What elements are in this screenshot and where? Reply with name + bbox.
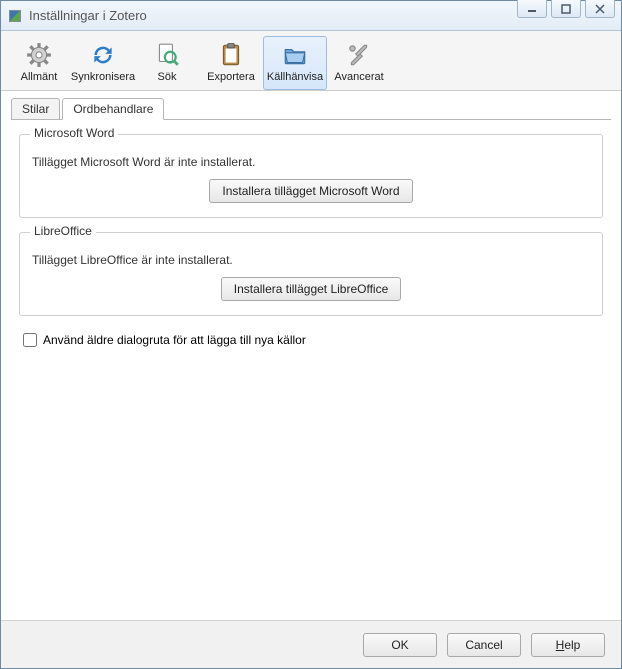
toolbar-label: Synkronisera — [71, 71, 135, 83]
install-word-button[interactable]: Installera tillägget Microsoft Word — [209, 179, 412, 203]
toolbar-item-general[interactable]: Allmänt — [7, 36, 71, 90]
clipboard-icon — [217, 41, 245, 69]
tab-styles[interactable]: Stilar — [11, 98, 60, 120]
tabs: Stilar Ordbehandlare — [1, 91, 621, 119]
maximize-icon — [561, 4, 571, 14]
maximize-button[interactable] — [551, 0, 581, 18]
sync-icon — [89, 41, 117, 69]
search-icon — [153, 41, 181, 69]
footer: OK Cancel Help — [1, 620, 621, 668]
group-legend: LibreOffice — [30, 224, 96, 238]
folder-icon — [281, 41, 309, 69]
toolbar-label: Källhänvisa — [267, 71, 323, 83]
app-icon — [7, 8, 23, 24]
toolbar-label: Allmänt — [21, 71, 58, 83]
libre-status-text: Tillägget LibreOffice är inte installera… — [32, 253, 590, 267]
tab-word-processors[interactable]: Ordbehandlare — [62, 98, 164, 120]
tools-icon — [345, 41, 373, 69]
group-libreoffice: LibreOffice Tillägget LibreOffice är int… — [19, 232, 603, 316]
toolbar-item-search[interactable]: Sök — [135, 36, 199, 90]
toolbar-label: Avancerat — [334, 71, 383, 83]
install-libre-button[interactable]: Installera tillägget LibreOffice — [221, 277, 402, 301]
toolbar-item-sync[interactable]: Synkronisera — [71, 36, 135, 90]
gear-icon — [25, 41, 53, 69]
close-button[interactable] — [585, 0, 615, 18]
window-title: Inställningar i Zotero — [29, 8, 147, 23]
tab-content: Microsoft Word Tillägget Microsoft Word … — [1, 120, 621, 350]
window-controls — [513, 0, 615, 18]
classic-dialog-label: Använd äldre dialogruta för att lägga ti… — [43, 333, 306, 347]
minimize-icon — [527, 5, 537, 13]
help-button[interactable]: Help — [531, 633, 605, 657]
titlebar: Inställningar i Zotero — [1, 1, 621, 31]
toolbar-label: Exportera — [207, 71, 255, 83]
toolbar-item-advanced[interactable]: Avancerat — [327, 36, 391, 90]
word-status-text: Tillägget Microsoft Word är inte install… — [32, 155, 590, 169]
group-legend: Microsoft Word — [30, 126, 118, 140]
cancel-button[interactable]: Cancel — [447, 633, 521, 657]
toolbar-label: Sök — [158, 71, 177, 83]
toolbar-item-cite[interactable]: Källhänvisa — [263, 36, 327, 90]
toolbar-item-export[interactable]: Exportera — [199, 36, 263, 90]
minimize-button[interactable] — [517, 0, 547, 18]
classic-dialog-checkbox[interactable] — [23, 333, 37, 347]
group-microsoft-word: Microsoft Word Tillägget Microsoft Word … — [19, 134, 603, 218]
ok-button[interactable]: OK — [363, 633, 437, 657]
close-icon — [595, 4, 605, 14]
toolbar: Allmänt Synkronisera Sök Exportera Källh… — [1, 31, 621, 91]
classic-dialog-row: Använd äldre dialogruta för att lägga ti… — [19, 330, 603, 350]
